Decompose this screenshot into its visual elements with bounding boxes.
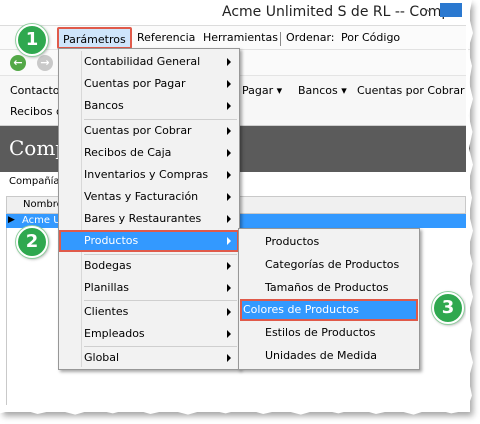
step-badge-1: 1 (16, 24, 48, 56)
menu-item-inventarios-y-compras[interactable]: Inventarios y Compras (59, 164, 239, 186)
chevron-right-icon (227, 284, 231, 292)
menu-item-clientes[interactable]: Clientes (59, 301, 239, 323)
productos-submenu: Productos Categorías de Productos Tamaño… (238, 228, 420, 370)
order-label: Ordenar: (286, 31, 335, 44)
menu-referencia[interactable]: Referencia (137, 31, 195, 44)
submenu-item-label: Tamaños de Productos (265, 281, 389, 294)
chevron-right-icon (227, 262, 231, 270)
menu-item-ventas-y-facturacion[interactable]: Ventas y Facturación (59, 186, 239, 208)
chevron-right-icon (227, 80, 231, 88)
title-bar: Acme Unlimited S de RL -- Comp ⌄ (0, 0, 470, 26)
ribbon-cuentas-cobrar[interactable]: Cuentas por Cobrar (357, 84, 465, 97)
menu-bar: Parámetros Referencia Herramientas Orden… (0, 26, 470, 50)
chevron-right-icon (227, 354, 231, 362)
table-cell: Acme U (22, 215, 61, 226)
forward-arrow-icon[interactable]: → (37, 55, 53, 71)
menu-item-cuentas-por-pagar[interactable]: Cuentas por Pagar (59, 73, 239, 95)
submenu-item-productos[interactable]: Productos (239, 231, 419, 253)
menu-item-label: Empleados (84, 327, 145, 340)
chevron-right-icon (227, 171, 231, 179)
step-badge-3: 3 (432, 292, 464, 324)
order-select[interactable]: Por Código (341, 31, 400, 44)
window-title: Acme Unlimited S de RL -- Comp (222, 4, 451, 20)
menu-item-bancos[interactable]: Bancos (59, 95, 239, 117)
submenu-item-categorias[interactable]: Categorías de Productos (239, 254, 419, 276)
submenu-item-label: Colores de Productos (243, 303, 359, 316)
grid-column-nombre[interactable]: Nombre (23, 199, 63, 210)
menu-item-label: Recibos de Caja (84, 146, 172, 159)
chevron-right-icon (227, 237, 231, 245)
menu-item-productos[interactable]: Productos (59, 230, 239, 252)
submenu-item-label: Categorías de Productos (265, 258, 400, 271)
ribbon-contactos[interactable]: Contactos (10, 84, 65, 97)
menu-parametros-label: Parámetros (63, 33, 126, 46)
chevron-right-icon (227, 330, 231, 338)
ribbon-bancos[interactable]: Bancos ▾ (298, 84, 347, 97)
chevron-right-icon (227, 193, 231, 201)
back-arrow-icon[interactable]: ← (10, 55, 26, 71)
menu-item-bodegas[interactable]: Bodegas (59, 255, 239, 277)
submenu-item-estilos[interactable]: Estilos de Productos (239, 322, 419, 344)
menu-item-label: Planillas (84, 281, 130, 294)
submenu-item-unidades[interactable]: Unidades de Medida (239, 345, 419, 367)
menu-item-global[interactable]: Global (59, 347, 239, 369)
submenu-item-tamanos[interactable]: Tamaños de Productos (239, 277, 419, 299)
submenu-item-colores[interactable]: Colores de Productos (240, 299, 418, 321)
menu-item-label: Inventarios y Compras (84, 168, 209, 181)
menu-separator (280, 32, 281, 46)
menu-herramientas-label: Herramientas (203, 31, 278, 44)
chevron-right-icon (227, 58, 231, 66)
menu-parametros[interactable]: Parámetros (57, 27, 132, 49)
menu-item-label: Bares y Restaurantes (84, 212, 202, 225)
menu-item-label: Cuentas por Cobrar (84, 124, 192, 137)
chevron-right-icon (227, 308, 231, 316)
torn-edge-right (466, 0, 473, 412)
menu-item-label: Contabilidad General (84, 55, 201, 68)
menu-item-recibos-de-caja[interactable]: Recibos de Caja (59, 142, 239, 164)
ribbon-pagar[interactable]: Pagar ▾ (242, 84, 282, 97)
app-window: Acme Unlimited S de RL -- Comp ⌄ Parámet… (0, 0, 470, 412)
menu-item-contabilidad-general[interactable]: Contabilidad General (59, 51, 239, 73)
menu-herramientas[interactable]: Herramientas (203, 31, 278, 44)
menu-item-label: Ventas y Facturación (84, 190, 199, 203)
menu-item-label: Productos (84, 234, 139, 247)
menu-item-empleados[interactable]: Empleados (59, 323, 239, 345)
chevron-right-icon (227, 149, 231, 157)
submenu-item-label: Unidades de Medida (265, 349, 378, 362)
ribbon-recibos[interactable]: Recibos d (10, 105, 63, 118)
parametros-dropdown: Contabilidad General Cuentas por Pagar B… (58, 48, 240, 370)
chevron-right-icon (227, 215, 231, 223)
row-pointer-icon: ▶ (8, 215, 15, 225)
menu-item-label: Cuentas por Pagar (84, 77, 186, 90)
menu-item-bares-y-restaurantes[interactable]: Bares y Restaurantes (59, 208, 239, 230)
menu-item-label: Bodegas (84, 259, 132, 272)
submenu-item-label: Estilos de Productos (265, 326, 376, 339)
company-label: Compañía (9, 176, 60, 187)
chevron-right-icon (227, 127, 231, 135)
window-control[interactable] (440, 3, 462, 17)
chevron-right-icon (227, 102, 231, 110)
menu-item-label: Global (84, 351, 120, 364)
menu-item-cuentas-por-cobrar[interactable]: Cuentas por Cobrar (59, 120, 239, 142)
menu-item-planillas[interactable]: Planillas (59, 277, 239, 299)
menu-item-label: Bancos (84, 99, 124, 112)
step-badge-2: 2 (16, 226, 48, 258)
chevron-down-icon[interactable]: ⌄ (421, 2, 437, 16)
menu-item-label: Clientes (84, 305, 129, 318)
submenu-item-label: Productos (265, 235, 320, 248)
menu-referencia-label: Referencia (137, 31, 196, 44)
